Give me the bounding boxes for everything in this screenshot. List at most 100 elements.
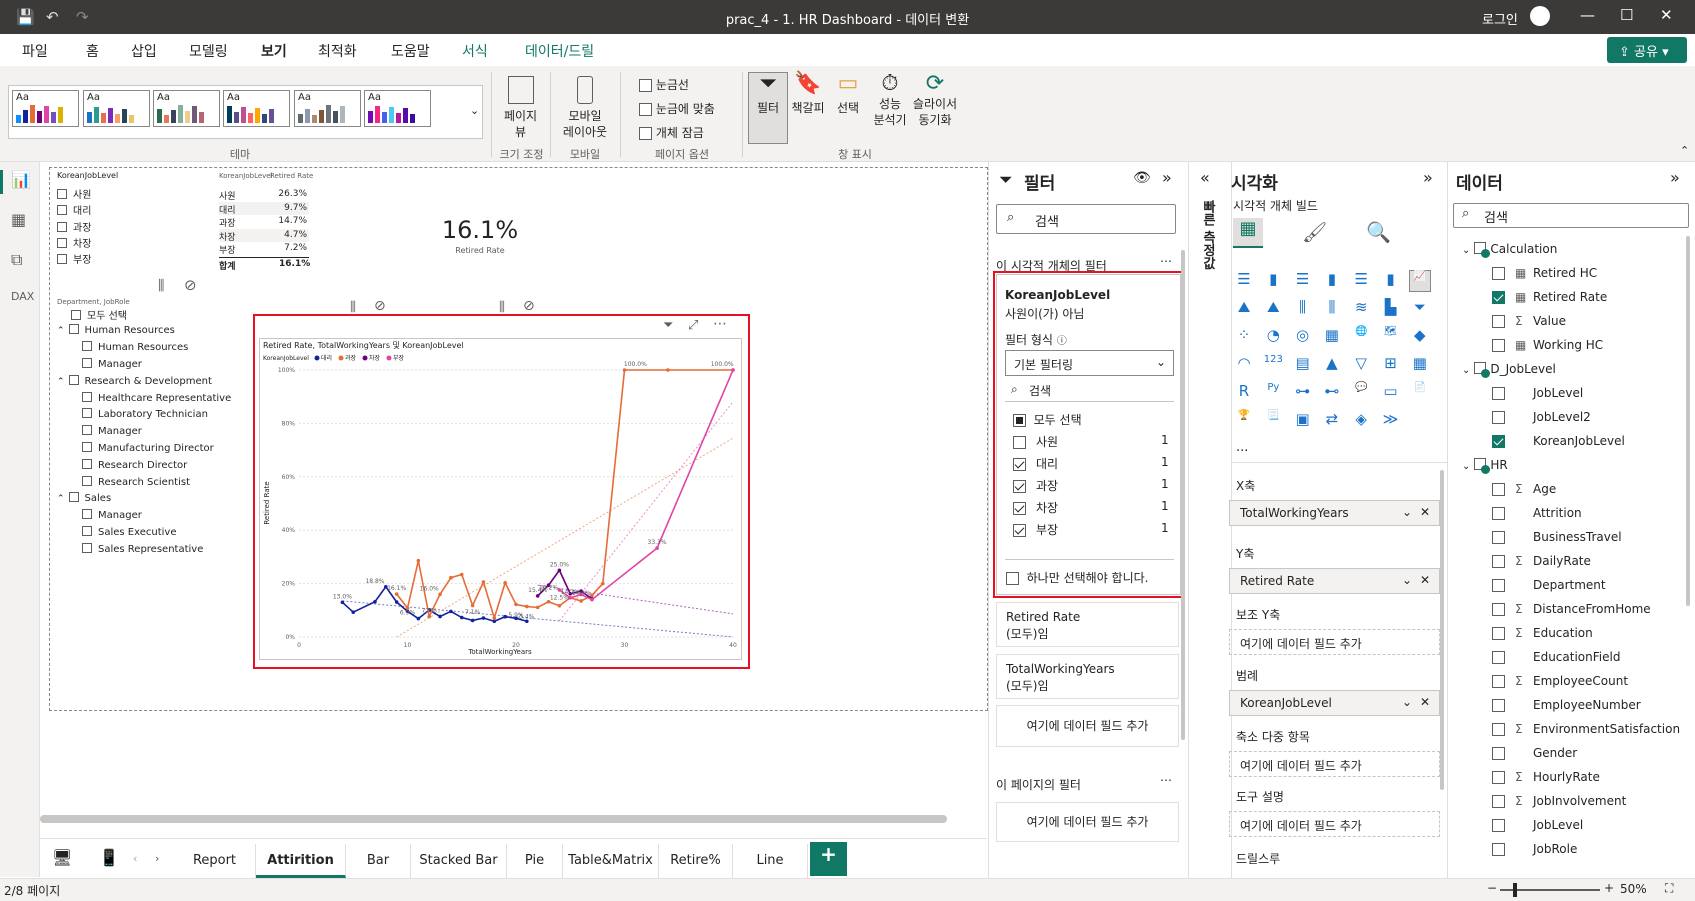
table-view-icon[interactable]: ▦	[11, 210, 26, 229]
tab-next-icon[interactable]: ›	[155, 852, 159, 865]
slicer1-item[interactable]: 차장	[57, 235, 91, 250]
field-checkbox[interactable]	[1492, 291, 1505, 304]
slicer2-item-checkbox[interactable]	[82, 357, 92, 368]
gridlines-toggle[interactable]: 눈금선	[639, 76, 689, 93]
field-checkbox[interactable]	[1492, 843, 1505, 856]
filter-pane-button[interactable]: ⏷ 필터	[748, 73, 788, 116]
retired-rate-filter-card[interactable]: Retired Rate (모두)임	[996, 602, 1179, 647]
field-checkbox[interactable]	[1492, 531, 1505, 544]
data-point[interactable]	[416, 558, 421, 563]
chevron-down-icon[interactable]: ⌄	[1402, 573, 1412, 587]
filter-item[interactable]: 대리 1	[1013, 455, 1169, 472]
pie-icon[interactable]: ◔	[1262, 326, 1284, 348]
field-working-hc[interactable]: ▦ Working HC	[1492, 338, 1603, 352]
zoom-slider-thumb[interactable]	[1513, 883, 1517, 897]
field-checkbox[interactable]	[1492, 819, 1505, 832]
data-search-input[interactable]: ⌕ 검색	[1453, 203, 1689, 228]
filter-item-checkbox[interactable]	[1013, 436, 1026, 449]
single-select-checkbox[interactable]	[1006, 572, 1019, 585]
field-well-4[interactable]: 여기에 데이터 필드 추가	[1229, 751, 1440, 777]
data-point[interactable]	[579, 599, 583, 603]
require-single-selection[interactable]: 하나만 선택해야 합니다.	[1006, 569, 1149, 586]
power-apps-icon[interactable]: ▣	[1292, 410, 1314, 432]
100-column-icon[interactable]: ▮	[1380, 270, 1402, 292]
menu-optimize[interactable]: 최적화	[318, 41, 357, 61]
data-point[interactable]	[416, 616, 421, 621]
field-joblevel2[interactable]: JobLevel2	[1492, 410, 1591, 424]
azure-map-icon[interactable]: ◆	[1409, 326, 1431, 348]
data-point[interactable]	[655, 546, 659, 550]
tab-prev-icon[interactable]: ‹	[133, 852, 137, 865]
slicer1-checkbox[interactable]	[57, 221, 67, 232]
filter-item-checkbox[interactable]	[1013, 524, 1026, 537]
stacked-bar-icon[interactable]: ☰	[1233, 270, 1255, 292]
filter-item-checkbox[interactable]	[1013, 502, 1026, 515]
filter-item-checkbox[interactable]	[1013, 458, 1026, 471]
data-scrollbar[interactable]	[1686, 236, 1690, 606]
chevron-down-icon[interactable]: ⌄	[1402, 505, 1412, 519]
scatter-icon[interactable]: ⁘	[1233, 326, 1255, 348]
expand-quick-measure-icon[interactable]: «	[1200, 168, 1210, 187]
area-chart-icon[interactable]: ⛰	[1233, 298, 1255, 320]
data-point[interactable]	[459, 572, 464, 577]
visual-filter-icon[interactable]: ⏷	[663, 318, 673, 333]
menu-data-drill[interactable]: 데이터/드릴	[525, 41, 594, 61]
filter-type-dropdown[interactable]: 기본 필터링 ⌄	[1005, 350, 1174, 376]
filter-select-all[interactable]: 모두 선택	[1013, 411, 1082, 428]
field-checkbox[interactable]	[1492, 339, 1505, 352]
avatar-icon[interactable]	[1530, 6, 1550, 26]
expand-chevron-icon[interactable]: ⌄	[1462, 365, 1470, 376]
slicer1-item[interactable]: 대리	[57, 202, 91, 217]
clustered-bar-icon[interactable]: ☰	[1292, 270, 1314, 292]
field-checkbox[interactable]	[1492, 411, 1505, 424]
field-environmentsatisfaction[interactable]: Σ EnvironmentSatisfaction	[1492, 722, 1680, 736]
field-educationfield[interactable]: EducationField	[1492, 650, 1620, 664]
report-view-icon[interactable]: 📊	[11, 170, 31, 189]
slicer2-item[interactable]: Human Resources	[82, 341, 188, 353]
horizontal-scrollbar[interactable]	[40, 815, 947, 823]
qa-icon[interactable]: 💬	[1350, 382, 1372, 404]
no-filter-icon[interactable]: ⊘	[184, 276, 197, 294]
analytics-icon[interactable]: 🔍	[1366, 220, 1391, 244]
smart-narrative-icon[interactable]: ≫	[1380, 410, 1402, 432]
data-point[interactable]	[470, 618, 475, 623]
key-influencers-icon[interactable]: ⊶	[1292, 382, 1314, 404]
field-employeecount[interactable]: Σ EmployeeCount	[1492, 674, 1628, 688]
data-point[interactable]	[351, 610, 356, 614]
field-koreanjoblevel[interactable]: KoreanJobLevel	[1492, 434, 1625, 448]
data-point[interactable]	[470, 603, 475, 608]
data-point[interactable]	[503, 614, 507, 619]
filled-map-icon[interactable]: 🗺	[1380, 326, 1402, 348]
field-age[interactable]: Σ Age	[1492, 482, 1556, 496]
lock-checkbox[interactable]	[639, 127, 652, 140]
theme-swatch[interactable]: Aa	[83, 90, 150, 127]
slicer2-item-checkbox[interactable]	[82, 475, 92, 486]
selection-button[interactable]: ▭ 선택	[828, 73, 868, 116]
line-stacked-icon[interactable]: ⫼	[1321, 298, 1343, 320]
slicer2-item[interactable]: Manufacturing Director	[82, 442, 214, 454]
visual-filters-more-icon[interactable]: ⋯	[1160, 254, 1172, 268]
python-visual-icon[interactable]: Py	[1262, 382, 1284, 404]
data-point[interactable]	[525, 604, 529, 609]
no-filter-icon-3[interactable]: ⊘	[523, 298, 535, 314]
zoom-out-icon[interactable]: −	[1487, 881, 1497, 895]
slicer2-group-checkbox[interactable]	[68, 492, 79, 503]
slicer2-item-checkbox[interactable]	[82, 526, 92, 537]
field-distancefromhome[interactable]: Σ DistanceFromHome	[1492, 602, 1651, 616]
slicer2-item[interactable]: Research Scientist	[82, 475, 190, 488]
slicer2-item-checkbox[interactable]	[82, 391, 92, 402]
filter-item[interactable]: 과장 1	[1013, 477, 1169, 494]
slicer1-item[interactable]: 사원	[57, 186, 91, 201]
field-checkbox[interactable]	[1492, 747, 1505, 760]
slicer1-checkbox[interactable]	[57, 254, 67, 265]
field-jobrole[interactable]: JobRole	[1492, 842, 1577, 856]
filter-card-search[interactable]: ⌕ 검색	[1005, 380, 1174, 402]
login-button[interactable]: 로그인	[1482, 9, 1518, 28]
build-visual-tab[interactable]: ▦	[1233, 218, 1263, 248]
tab-attirition[interactable]: Attirition	[256, 844, 346, 878]
zoom-in-icon[interactable]: +	[1604, 881, 1614, 895]
page-view-button[interactable]: 페이지 뷰	[498, 76, 543, 140]
collapse-data-icon[interactable]: »	[1670, 168, 1680, 187]
slicer1-checkbox[interactable]	[57, 205, 67, 216]
field-checkbox[interactable]	[1492, 387, 1505, 400]
